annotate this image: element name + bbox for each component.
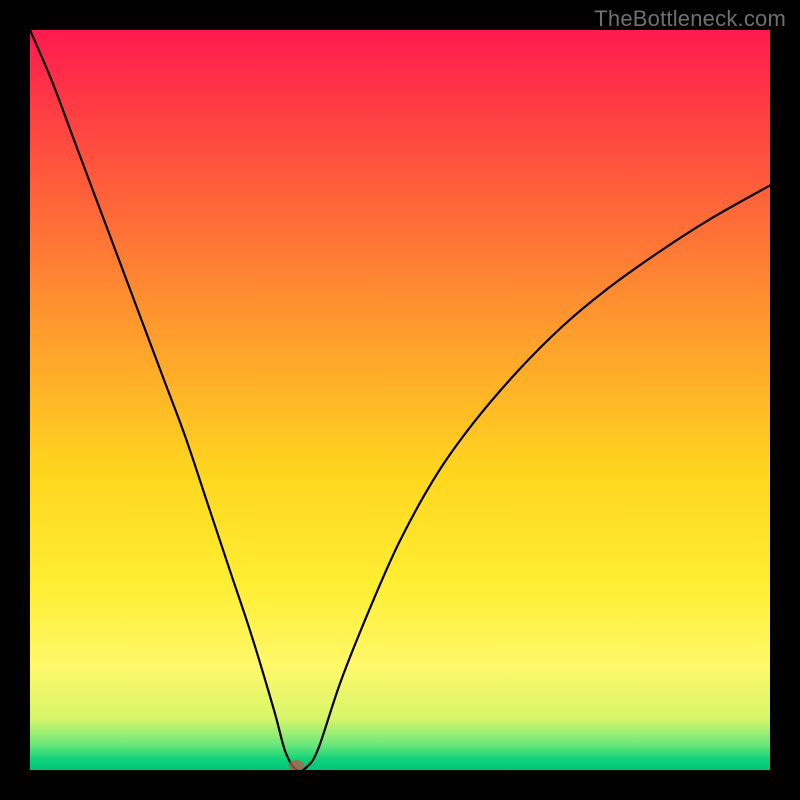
chart-svg xyxy=(30,30,770,770)
chart-frame: TheBottleneck.com xyxy=(0,0,800,800)
plot-area xyxy=(30,30,770,770)
gradient-rect xyxy=(30,30,770,770)
watermark-text: TheBottleneck.com xyxy=(594,6,786,32)
